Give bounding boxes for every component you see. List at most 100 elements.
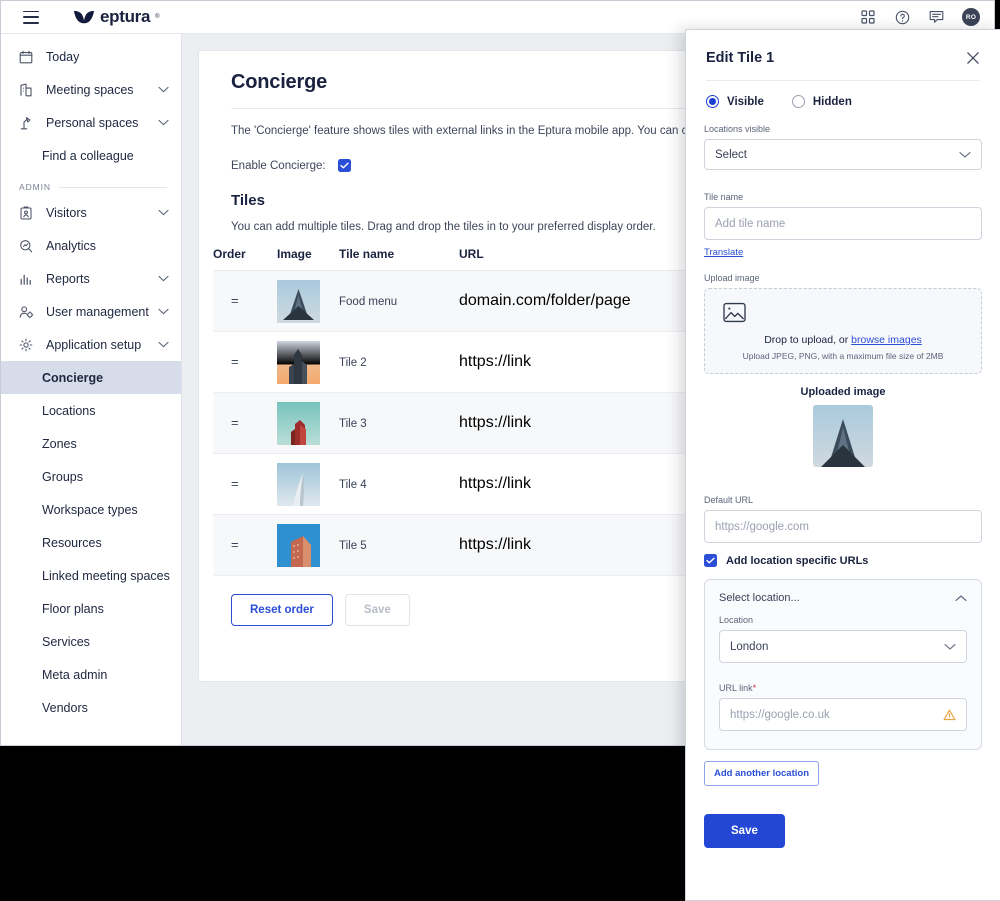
sidebar-item-services[interactable]: Services — [1, 625, 181, 658]
sidebar-item-label: Vendors — [42, 700, 88, 715]
brand-name: eptura — [100, 7, 151, 26]
tile-name-input[interactable]: Add tile name — [704, 207, 982, 240]
close-x-icon[interactable] — [966, 51, 980, 65]
default-url-input[interactable]: https://google.com — [704, 510, 982, 543]
drag-handle-icon[interactable]: = — [231, 537, 239, 552]
sidebar-item-today[interactable]: Today — [1, 40, 181, 73]
column-header-tile-name: Tile name — [339, 243, 459, 271]
sidebar-item-label: Application setup — [46, 337, 142, 352]
tile-thumbnail — [277, 340, 339, 384]
grid-apps-icon[interactable] — [860, 9, 876, 25]
drag-handle-icon[interactable]: = — [231, 354, 239, 369]
tile-name-label: Tile name — [704, 192, 744, 202]
sidebar-item-vendors[interactable]: Vendors — [1, 691, 181, 724]
sidebar-item-zones[interactable]: Zones — [1, 427, 181, 460]
desk-lamp-icon — [19, 115, 36, 131]
location-block-header[interactable]: Select location... — [719, 592, 967, 604]
translate-link[interactable]: Translate — [704, 247, 743, 258]
user-gear-icon — [19, 304, 36, 320]
sidebar-item-label: Linked meeting spaces — [42, 568, 170, 583]
chevron-down-icon[interactable] — [158, 341, 169, 348]
eptura-mark-icon — [73, 10, 95, 24]
hamburger-icon[interactable] — [23, 10, 39, 24]
sidebar-item-locations[interactable]: Locations — [1, 394, 181, 427]
required-asterisk: * — [752, 683, 757, 693]
drag-handle-icon[interactable]: = — [231, 415, 239, 430]
sidebar-item-label: Floor plans — [42, 601, 104, 616]
locations-visible-label: Locations visible — [704, 124, 771, 134]
dropzone-drop-text: Drop to upload, or — [764, 334, 852, 346]
reset-order-button[interactable]: Reset order — [231, 594, 333, 626]
location-select[interactable]: London — [719, 630, 967, 663]
sidebar-item-label: Workspace types — [42, 502, 138, 517]
location-value: London — [730, 640, 769, 653]
chevron-up-icon[interactable] — [955, 594, 967, 602]
column-header-image: Image — [277, 243, 339, 271]
sidebar-item-reports[interactable]: Reports — [1, 262, 181, 295]
sidebar-item-find-a-colleague[interactable]: Find a colleague — [1, 139, 181, 172]
chevron-down-icon[interactable] — [158, 119, 169, 126]
avatar[interactable]: RO — [962, 8, 980, 26]
add-location-urls-row: Add location specific URLs — [704, 554, 982, 567]
default-url-label: Default URL — [704, 495, 754, 505]
chevron-down-icon[interactable] — [158, 209, 169, 216]
drawer-save-button[interactable]: Save — [704, 814, 785, 848]
image-dropzone[interactable]: Drop to upload, or browse images Upload … — [704, 288, 982, 374]
sidebar-item-meeting-spaces[interactable]: Meeting spaces — [1, 73, 181, 106]
visibility-radio-group: Visible Hidden — [704, 81, 982, 108]
tile-url: https://link — [459, 353, 532, 370]
uploaded-image-thumbnail[interactable] — [813, 405, 873, 467]
sidebar-item-resources[interactable]: Resources — [1, 526, 181, 559]
sidebar-item-label: Meeting spaces — [46, 82, 134, 97]
locations-visible-value: Select — [715, 148, 747, 161]
upload-image-label: Upload image — [704, 273, 760, 283]
tile-url: https://link — [459, 414, 532, 431]
top-bar-actions: RO — [860, 8, 980, 26]
sidebar-item-user-management[interactable]: User management — [1, 295, 181, 328]
sidebar-item-meta-admin[interactable]: Meta admin — [1, 658, 181, 691]
radio-hidden-indicator — [791, 95, 805, 108]
sidebar-item-analytics[interactable]: Analytics — [1, 229, 181, 262]
save-order-button[interactable]: Save — [344, 594, 410, 626]
radio-hidden[interactable]: Hidden — [791, 95, 852, 108]
enable-concierge-checkbox[interactable] — [337, 159, 351, 172]
sidebar-item-concierge[interactable]: Concierge — [1, 361, 181, 394]
sidebar-item-visitors[interactable]: Visitors — [1, 196, 181, 229]
sidebar-item-label: Find a colleague — [42, 148, 134, 163]
help-circle-icon[interactable] — [894, 9, 910, 25]
chevron-down-icon[interactable] — [158, 86, 169, 93]
tile-name: Tile 2 — [339, 357, 367, 369]
sidebar-item-workspace-types[interactable]: Workspace types — [1, 493, 181, 526]
add-location-urls-checkbox[interactable] — [704, 554, 717, 567]
sidebar-item-groups[interactable]: Groups — [1, 460, 181, 493]
screen-root: eptura ® RO Today Meeting spaces Persona… — [0, 0, 1000, 901]
enable-concierge-label: Enable Concierge: — [231, 159, 326, 172]
chevron-down-icon[interactable] — [158, 308, 169, 315]
drawer-body: Visible Hidden Locations visible Select … — [686, 81, 1000, 848]
sidebar-item-label: Analytics — [46, 238, 97, 253]
location-specific-url-block: Select location... Location London URL l… — [704, 579, 982, 750]
url-link-input[interactable]: https://google.co.uk — [719, 698, 967, 731]
sidebar-item-linked-meeting-spaces[interactable]: Linked meeting spaces — [1, 559, 181, 592]
drag-handle-icon[interactable]: = — [231, 293, 239, 308]
sidebar-item-floor-plans[interactable]: Floor plans — [1, 592, 181, 625]
building-icon — [19, 82, 36, 98]
analytics-search-icon — [19, 238, 36, 254]
browse-images-link[interactable]: browse images — [851, 334, 922, 346]
location-label: Location — [719, 615, 754, 625]
locations-visible-select[interactable]: Select — [704, 139, 982, 170]
gear-icon — [19, 337, 36, 353]
calendar-icon — [19, 49, 36, 65]
add-another-location-button[interactable]: Add another location — [704, 761, 819, 786]
sidebar-item-label: Visitors — [46, 205, 87, 220]
chat-bubble-icon[interactable] — [928, 9, 944, 25]
sidebar-item-application-setup[interactable]: Application setup — [1, 328, 181, 361]
radio-visible[interactable]: Visible — [706, 95, 764, 108]
tile-thumbnail — [277, 401, 339, 445]
sidebar-section-admin: ADMIN — [1, 172, 181, 196]
drag-handle-icon[interactable]: = — [231, 476, 239, 491]
chevron-down-icon — [959, 151, 971, 159]
sidebar-item-label: Concierge — [42, 370, 104, 385]
sidebar-item-personal-spaces[interactable]: Personal spaces — [1, 106, 181, 139]
chevron-down-icon[interactable] — [158, 275, 169, 282]
